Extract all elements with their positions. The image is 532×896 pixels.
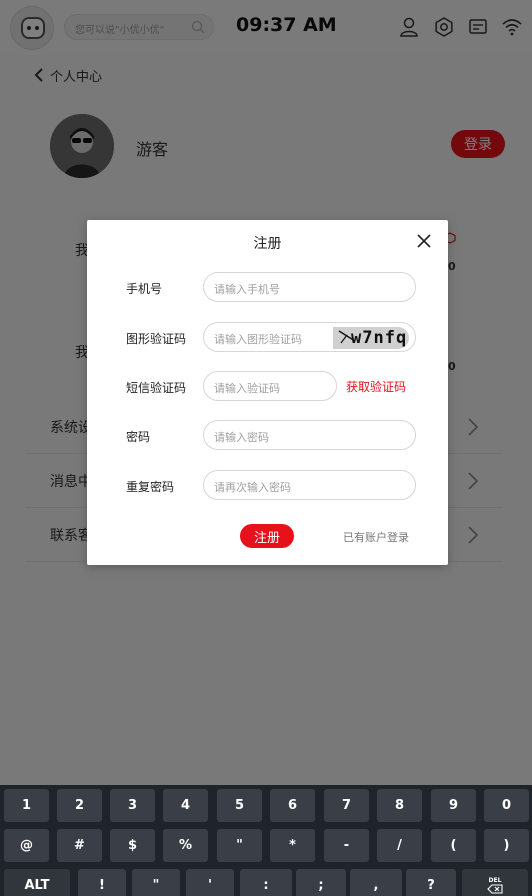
key[interactable]: : — [240, 869, 292, 896]
captcha-label: 图形验证码 — [126, 332, 187, 346]
key[interactable]: $ — [110, 829, 155, 862]
repeat-password-input[interactable]: 请再次输入密码 — [203, 470, 416, 500]
key[interactable]: " — [132, 869, 180, 896]
captcha-image[interactable]: w7nfq — [333, 327, 409, 349]
key[interactable]: 4 — [163, 789, 208, 822]
register-button[interactable]: 注册 — [240, 524, 294, 548]
repeat-password-placeholder: 请再次输入密码 — [214, 481, 291, 494]
key[interactable]: 7 — [324, 789, 369, 822]
key[interactable]: ( — [431, 829, 476, 862]
key[interactable]: ' — [186, 869, 234, 896]
repeat-password-label: 重复密码 — [126, 480, 175, 494]
key[interactable]: ? — [406, 869, 456, 896]
phone-input[interactable]: 请输入手机号 — [203, 272, 416, 302]
key[interactable]: @ — [4, 829, 49, 862]
key[interactable]: , — [350, 869, 402, 896]
alt-key[interactable]: ALT — [4, 869, 70, 896]
key[interactable]: / — [377, 829, 422, 862]
sms-code-label: 短信验证码 — [126, 381, 187, 395]
key[interactable]: ; — [296, 869, 346, 896]
captcha-code: w7nfq — [351, 328, 408, 348]
key[interactable]: # — [57, 829, 102, 862]
dialog-title: 注册 — [253, 236, 282, 252]
key[interactable]: 0 — [484, 789, 529, 822]
close-icon[interactable] — [416, 233, 432, 249]
key[interactable]: ! — [78, 869, 126, 896]
phone-label: 手机号 — [126, 282, 163, 296]
key[interactable]: 8 — [377, 789, 422, 822]
on-screen-keyboard: 1 2 3 4 5 6 7 8 9 0 @ # $ % " * - / ( ) … — [0, 785, 532, 896]
password-input[interactable]: 请输入密码 — [203, 420, 416, 450]
get-sms-code-button[interactable]: 获取验证码 — [346, 378, 406, 395]
sms-code-input[interactable]: 请输入验证码 — [203, 371, 337, 401]
key[interactable]: ) — [484, 829, 529, 862]
password-label: 密码 — [126, 430, 151, 444]
register-dialog: 注册 手机号 请输入手机号 图形验证码 请输入图形验证码 w7nfq 短信验证码… — [87, 220, 448, 565]
key[interactable]: 9 — [431, 789, 476, 822]
have-account-login-link[interactable]: 已有账户登录 — [343, 529, 409, 545]
key[interactable]: * — [270, 829, 315, 862]
captcha-placeholder: 请输入图形验证码 — [214, 333, 302, 346]
captcha-input[interactable]: 请输入图形验证码 w7nfq — [203, 322, 416, 352]
delete-key[interactable]: DEL — [462, 869, 528, 896]
key[interactable]: 3 — [110, 789, 155, 822]
sms-code-placeholder: 请输入验证码 — [214, 382, 280, 395]
key[interactable]: - — [324, 829, 369, 862]
key[interactable]: % — [163, 829, 208, 862]
phone-placeholder: 请输入手机号 — [214, 283, 280, 296]
key[interactable]: 2 — [57, 789, 102, 822]
backspace-icon — [487, 883, 503, 894]
key[interactable]: 6 — [270, 789, 315, 822]
key[interactable]: 1 — [4, 789, 49, 822]
key[interactable]: 5 — [217, 789, 262, 822]
password-placeholder: 请输入密码 — [214, 431, 269, 444]
key[interactable]: " — [217, 829, 262, 862]
